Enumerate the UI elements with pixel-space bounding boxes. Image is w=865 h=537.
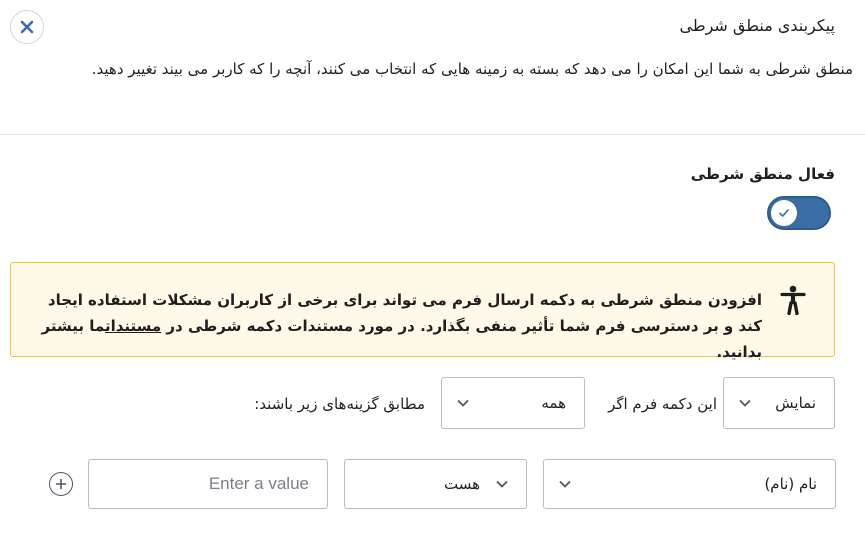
notice-text: افزودن منطق شرطی به دکمه ارسال فرم می تو… — [41, 287, 762, 365]
match-select[interactable]: همه — [441, 377, 585, 429]
accessibility-notice: افزودن منطق شرطی به دکمه ارسال فرم می تو… — [10, 262, 835, 361]
rule-text-match: مطابق گزینه‌های زیر باشند: — [254, 395, 425, 413]
action-select[interactable]: نمایش — [723, 377, 835, 429]
chevron-down-icon — [496, 480, 508, 488]
plus-icon — [55, 478, 67, 490]
chevron-down-icon — [457, 399, 469, 407]
toggle-knob — [771, 200, 797, 226]
chevron-down-icon — [739, 399, 751, 407]
check-icon — [779, 209, 789, 217]
conditional-logic-panel: پیکربندی منطق شرطی منطق شرطی به شما این … — [0, 0, 865, 537]
enable-conditional-logic-toggle[interactable] — [767, 196, 831, 230]
close-button[interactable] — [10, 10, 44, 44]
action-select-value: نمایش — [775, 394, 816, 412]
field-select[interactable]: نام (نام) — [543, 459, 836, 509]
operator-select[interactable]: هست — [344, 459, 527, 509]
add-condition-button[interactable] — [49, 472, 73, 496]
accessibility-icon — [780, 285, 806, 315]
panel-description: منطق شرطی به شما این امکان را می دهد که … — [91, 60, 853, 78]
match-select-value: همه — [541, 394, 566, 412]
close-icon — [20, 20, 34, 34]
divider — [0, 134, 865, 135]
panel-title: پیکربندی منطق شرطی — [679, 16, 836, 35]
rule-text-if: این دکمه فرم اگر — [608, 395, 717, 413]
chevron-down-icon — [559, 480, 571, 488]
field-select-value: نام (نام) — [764, 475, 817, 493]
operator-select-value: هست — [443, 475, 480, 493]
documentation-link[interactable]: مستندات — [105, 317, 161, 335]
enable-conditional-logic-label: فعال منطق شرطی — [690, 165, 835, 183]
value-input[interactable] — [88, 459, 328, 509]
